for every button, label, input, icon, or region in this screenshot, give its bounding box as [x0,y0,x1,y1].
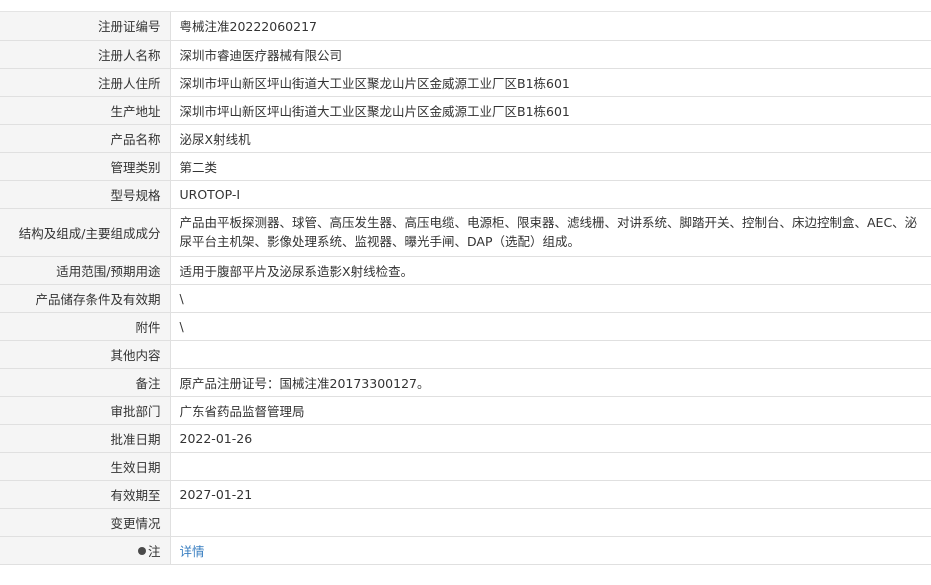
row-value: 深圳市坪山新区坪山街道大工业区聚龙山片区金威源工业厂区B1栋601 [170,96,931,125]
row-value [170,452,931,481]
row-value: 2027-01-21 [170,480,931,509]
row-label: 生产地址 [0,96,171,125]
row-label: 产品储存条件及有效期 [0,284,171,313]
row-label: 变更情况 [0,508,171,537]
row-label: 注 [147,543,161,559]
table-row: 批准日期 2022-01-26 [0,424,931,453]
row-label: 适用范围/预期用途 [0,256,171,285]
table-row: 变更情况 [0,508,931,537]
table-row: 管理类别 第二类 [0,152,931,181]
row-value: 粤械注准20222060217 [170,12,931,41]
row-value: 适用于腹部平片及泌尿系造影X射线检查。 [170,256,931,285]
row-label: 附件 [0,312,171,341]
table-row: 生产地址 深圳市坪山新区坪山街道大工业区聚龙山片区金威源工业厂区B1栋601 [0,96,931,125]
row-label: 注册人名称 [0,40,171,69]
row-value: 2022-01-26 [170,424,931,453]
table-row: 结构及组成/主要组成成分 产品由平板探测器、球管、高压发生器、高压电缆、电源柜、… [0,208,931,257]
table-row: 注 详情 [0,536,931,565]
table-row: 注册证编号 粤械注准20222060217 [0,12,931,41]
row-value: 产品由平板探测器、球管、高压发生器、高压电缆、电源柜、限束器、滤线栅、对讲系统、… [170,208,931,257]
note-value-cell: 详情 [170,536,931,565]
row-label: 产品名称 [0,124,171,153]
row-label: 结构及组成/主要组成成分 [0,208,171,257]
row-value: 广东省药品监督管理局 [170,396,931,425]
row-label: 型号规格 [0,180,171,209]
row-label: 注册人住所 [0,68,171,97]
table-row: 附件 \ [0,312,931,341]
row-value: 深圳市坪山新区坪山街道大工业区聚龙山片区金威源工业厂区B1栋601 [170,68,931,97]
row-value: UROTOP-I [170,180,931,209]
table-row: 其他内容 [0,340,931,369]
note-label-cell: 注 [0,536,171,565]
row-value: 第二类 [170,152,931,181]
table-row: 生效日期 [0,452,931,481]
table-row: 注册人名称 深圳市睿迪医疗器械有限公司 [0,40,931,69]
table-row: 注册人住所 深圳市坪山新区坪山街道大工业区聚龙山片区金威源工业厂区B1栋601 [0,68,931,97]
registration-info-table: 注册证编号 粤械注准20222060217 注册人名称 深圳市睿迪医疗器械有限公… [0,12,931,565]
top-divider [0,0,931,12]
row-label: 有效期至 [0,480,171,509]
row-label: 批准日期 [0,424,171,453]
row-value: 原产品注册证号：国械注准20173300127。 [170,368,931,397]
row-value [170,508,931,537]
row-value: \ [170,312,931,341]
table-row: 审批部门 广东省药品监督管理局 [0,396,931,425]
row-value: 泌尿X射线机 [170,124,931,153]
table-row: 适用范围/预期用途 适用于腹部平片及泌尿系造影X射线检查。 [0,256,931,285]
row-label: 生效日期 [0,452,171,481]
row-label: 审批部门 [0,396,171,425]
row-value: \ [170,284,931,313]
row-label: 注册证编号 [0,12,171,41]
pin-icon [137,547,146,555]
row-value [170,340,931,369]
table-row: 有效期至 2027-01-21 [0,480,931,509]
details-link[interactable]: 详情 [180,544,205,559]
table-row: 备注 原产品注册证号：国械注准20173300127。 [0,368,931,397]
row-label: 其他内容 [0,340,171,369]
row-label: 备注 [0,368,171,397]
table-row: 产品名称 泌尿X射线机 [0,124,931,153]
registration-detail-page: 注册证编号 粤械注准20222060217 注册人名称 深圳市睿迪医疗器械有限公… [0,0,931,585]
row-value: 深圳市睿迪医疗器械有限公司 [170,40,931,69]
table-row: 型号规格 UROTOP-I [0,180,931,209]
table-row: 产品储存条件及有效期 \ [0,284,931,313]
row-label: 管理类别 [0,152,171,181]
